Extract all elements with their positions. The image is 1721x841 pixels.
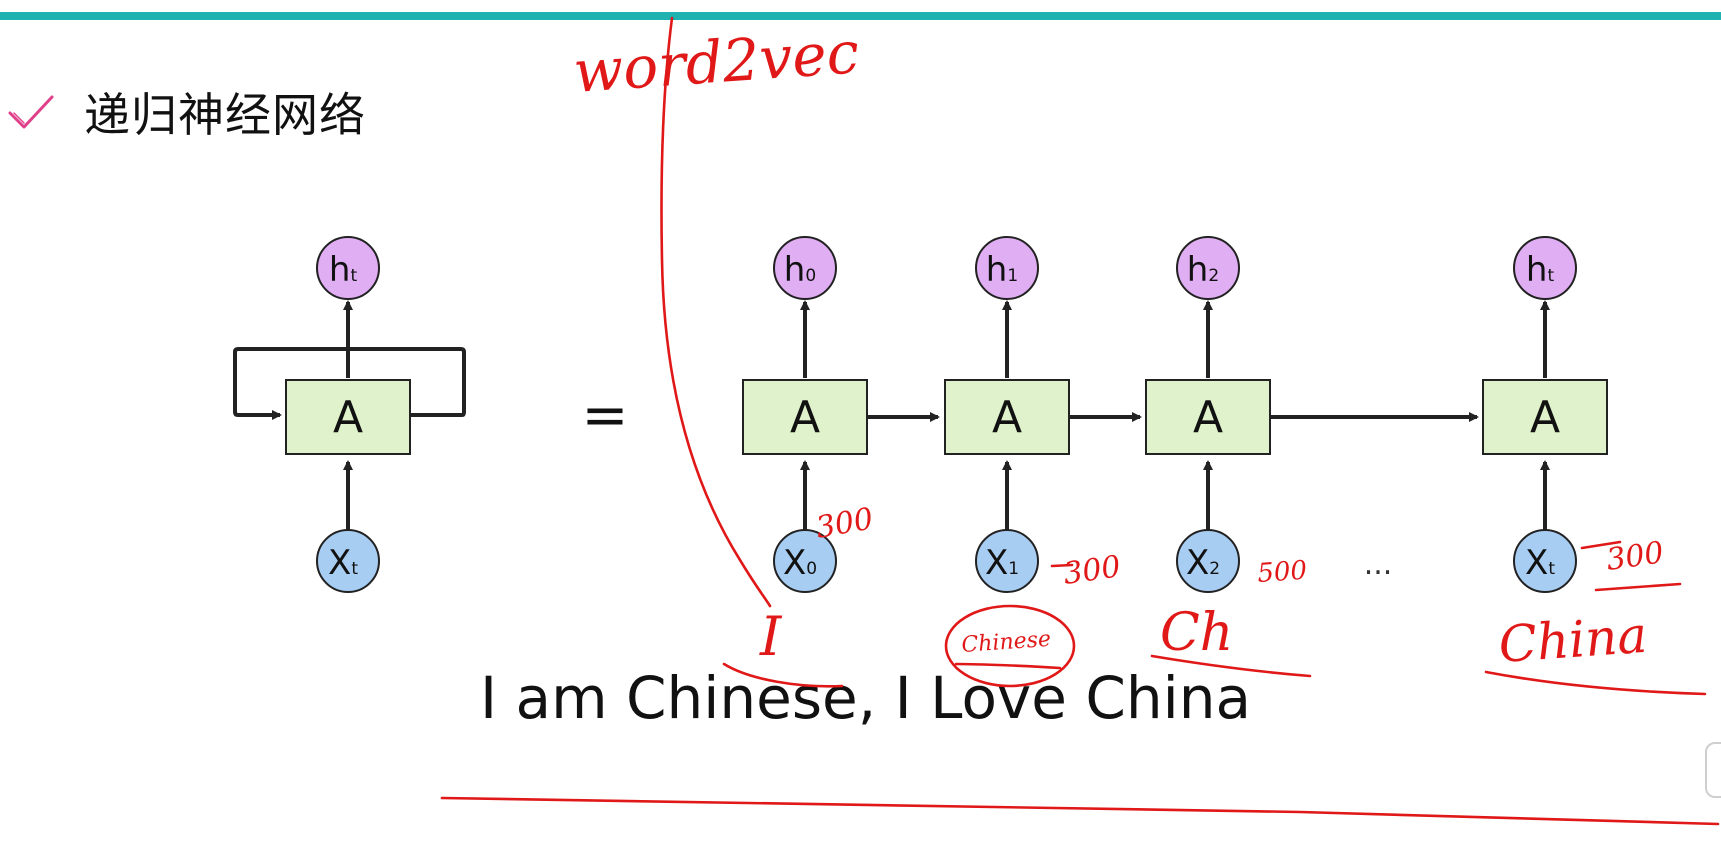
side-tab-handle[interactable] xyxy=(1705,742,1721,798)
step-1: A h1 X1 xyxy=(944,236,1070,593)
equals-sign: = xyxy=(582,383,629,448)
cell-1-label: A xyxy=(992,392,1022,443)
cell-2-label: A xyxy=(1193,392,1223,443)
cell-t-label: A xyxy=(1530,392,1560,443)
cell-0-label: A xyxy=(790,392,820,443)
step-0: A h0 X0 xyxy=(742,236,868,593)
ellipsis: ... xyxy=(1364,547,1393,582)
unrolled-rnn: A h0 X0 A h1 X1 A h2 X2 ... A ht Xt xyxy=(742,236,1608,593)
example-sentence: I am Chinese, I Love China xyxy=(480,664,1252,732)
rolled-cell-label: A xyxy=(333,392,363,443)
step-2: A h2 X2 xyxy=(1145,236,1271,593)
rolled-rnn: A ht Xt xyxy=(233,236,466,593)
step-t: A ht Xt xyxy=(1482,236,1608,593)
